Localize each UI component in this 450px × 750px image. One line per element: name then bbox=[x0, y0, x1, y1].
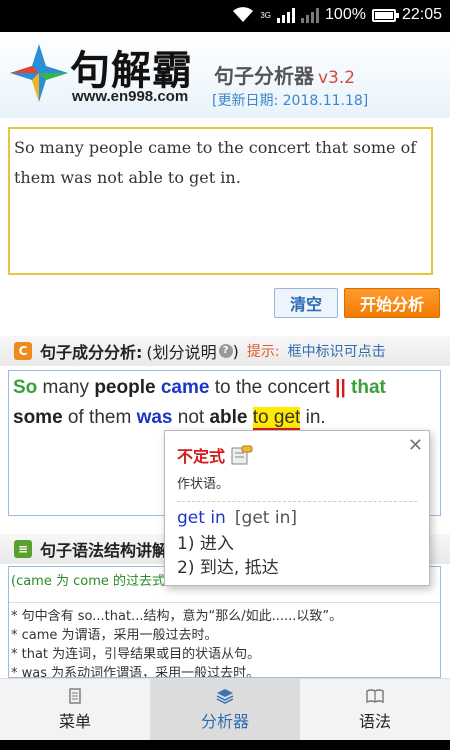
battery-percentage: 100% bbox=[325, 6, 366, 23]
nav-label: 语法 bbox=[358, 711, 391, 731]
close-icon[interactable]: ✕ bbox=[408, 435, 423, 456]
nav-item-grammar[interactable]: 语法 bbox=[300, 679, 450, 740]
grammar-rule: * came 为谓语，采用一般过去时。 bbox=[11, 628, 218, 643]
tip-label: 提示: bbox=[246, 344, 280, 360]
token-clause-divider[interactable]: || bbox=[335, 377, 346, 398]
grammar-structure-title: 句子语法结构讲解 bbox=[40, 541, 169, 560]
update-date: [更新日期: 2018.11.18] bbox=[212, 93, 369, 109]
popup-subtitle: 作状语。 bbox=[177, 477, 230, 492]
token-conjunction[interactable]: that bbox=[351, 377, 386, 398]
grammar-icon: ≡ bbox=[14, 540, 32, 558]
token-subject[interactable]: people bbox=[94, 377, 155, 398]
app-title: 句子分析器 v3.2 bbox=[214, 60, 355, 89]
token-plain: not bbox=[172, 407, 210, 428]
component-analysis-title: 句子成分分析: bbox=[40, 343, 143, 362]
popup-phonetic: [get in] bbox=[234, 508, 298, 528]
token-infinitive-highlight[interactable]: to get bbox=[252, 407, 301, 430]
token-plain: in. bbox=[300, 407, 326, 428]
menu-icon bbox=[69, 687, 81, 704]
wifi-icon bbox=[233, 7, 254, 22]
logo-url: www.en998.com bbox=[72, 88, 189, 105]
grammar-rule: * was 为系动词作谓语，采用一般过去时。 bbox=[11, 666, 260, 678]
token-complement[interactable]: able bbox=[209, 407, 247, 428]
sentence-input[interactable]: So many people came to the concert that … bbox=[8, 127, 433, 275]
note-edit-icon[interactable] bbox=[231, 445, 253, 465]
network-type-label: 3G bbox=[260, 10, 272, 20]
word-detail-popup: ✕ 不定式 作状语。 get in [get in] 1) 进入 2) 到达, … bbox=[164, 430, 430, 586]
tip-text: 框中标识可点击 bbox=[287, 344, 386, 360]
component-analysis-header: C 句子成分分析: (划分说明 ? ) 提示: 框中标识可点击 bbox=[0, 336, 450, 366]
start-analysis-button[interactable]: 开始分析 bbox=[344, 288, 440, 318]
token-plain: to the concert bbox=[209, 377, 336, 398]
app-header: 句解霸 www.en998.com 句子分析器 v3.2 [更新日期: 2018.… bbox=[0, 32, 450, 118]
divider bbox=[177, 501, 417, 502]
popup-title: 不定式 bbox=[177, 447, 226, 466]
explain-link-close: ) bbox=[232, 341, 239, 361]
logo-star-icon bbox=[10, 44, 68, 102]
token-so[interactable]: So bbox=[13, 377, 37, 398]
app-version: v3.2 bbox=[318, 68, 356, 88]
clock-time: 22:05 bbox=[401, 6, 442, 23]
help-icon[interactable]: ? bbox=[218, 344, 233, 358]
book-icon bbox=[366, 688, 384, 703]
nav-item-menu[interactable]: 菜单 bbox=[0, 679, 150, 740]
token-predicate[interactable]: came bbox=[161, 377, 210, 398]
popup-word: get in bbox=[177, 508, 226, 528]
grammar-rule: * 句中含有 so...that...结构，意为“那么/如此......以致”。 bbox=[11, 609, 343, 624]
bottom-nav: 菜单 分析器 语法 bbox=[0, 678, 450, 740]
signal-secondary-icon bbox=[301, 7, 320, 23]
token-plain: of them bbox=[62, 407, 137, 428]
token-plain: many bbox=[37, 377, 95, 398]
clear-button[interactable]: 清空 bbox=[274, 288, 338, 318]
system-nav-strip bbox=[0, 740, 450, 750]
token-subject[interactable]: some bbox=[13, 407, 63, 428]
token-predicate[interactable]: was bbox=[137, 407, 173, 428]
grammar-rule: * that 为连词，引导结果或目的状语从句。 bbox=[11, 647, 261, 662]
analysis-icon: C bbox=[14, 342, 32, 360]
explain-link[interactable]: (划分说明 bbox=[146, 339, 216, 363]
nav-item-analyzer[interactable]: 分析器 bbox=[150, 679, 300, 740]
nav-label: 分析器 bbox=[200, 711, 249, 731]
layers-icon bbox=[216, 688, 234, 704]
divider bbox=[9, 602, 440, 603]
app-title-text: 句子分析器 bbox=[214, 64, 314, 88]
popup-definition: 2) 到达, 抵达 bbox=[177, 558, 279, 578]
status-bar: 3G 100% 22:05 bbox=[0, 0, 450, 32]
popup-definition: 1) 进入 bbox=[177, 534, 234, 554]
nav-label: 菜单 bbox=[58, 711, 91, 731]
battery-icon bbox=[371, 8, 399, 22]
signal-icon bbox=[277, 7, 296, 23]
